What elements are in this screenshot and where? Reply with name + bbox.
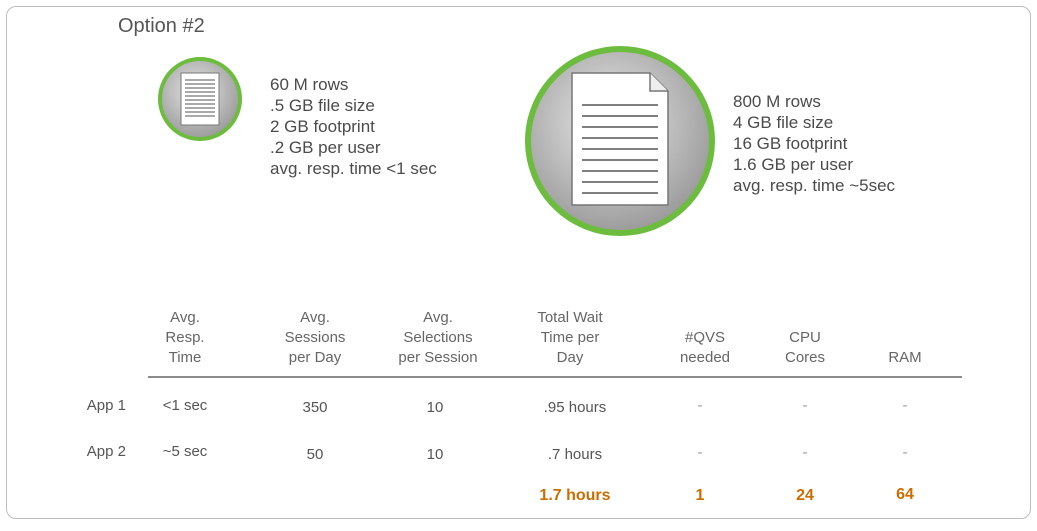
header-line: #QVS: [684, 329, 726, 346]
cell-sessions: 50: [306, 446, 324, 463]
total-cpu-cores: 24: [796, 487, 814, 504]
cell-resp-time: <1 sec: [162, 397, 208, 414]
total-ram: 64: [896, 486, 914, 503]
cell-selections: 10: [426, 446, 444, 463]
header-line: RAM: [888, 349, 922, 366]
small-file-stats: 60 M rows .5 GB file size 2 GB footprint…: [270, 74, 437, 179]
large-file-stats: 800 M rows 4 GB file size 16 GB footprin…: [733, 91, 895, 196]
total-wait-time: 1.7 hours: [539, 487, 611, 504]
header-divider: [148, 376, 962, 378]
header-line: Total Wait: [537, 309, 603, 326]
header-total-wait: Total Wait Time per Day: [520, 288, 620, 368]
small-file-per-user: .2 GB per user: [270, 138, 381, 157]
cell-selections: 10: [426, 399, 444, 416]
cell-ram: -: [902, 397, 908, 414]
header-line: per Session: [398, 349, 478, 366]
header-line: Day: [556, 349, 584, 366]
cell-ram: -: [902, 444, 908, 461]
header-ram: RAM: [870, 288, 940, 368]
large-file-per-user: 1.6 GB per user: [733, 155, 854, 174]
cell-sessions: 350: [302, 399, 328, 416]
header-avg-sessions: Avg. Sessions per Day: [270, 288, 360, 368]
total-qvs-needed: 1: [695, 487, 705, 504]
header-avg-selections: Avg. Selections per Session: [378, 288, 498, 368]
cell-total-wait: .95 hours: [543, 399, 607, 416]
small-file-footprint: 2 GB footprint: [270, 117, 375, 136]
option-title: Option #2: [118, 15, 205, 37]
small-file-resp-time: avg. resp. time <1 sec: [270, 159, 437, 178]
header-line: Cores: [784, 349, 825, 366]
cell-resp-time: ~5 sec: [162, 443, 208, 460]
header-line: per Day: [288, 349, 342, 366]
header-line: Time: [168, 349, 202, 366]
cell-qvs: -: [697, 397, 703, 414]
header-line: Time per: [540, 329, 600, 346]
header-line: Sessions: [284, 329, 346, 346]
row-label-app-1: App 1: [86, 397, 126, 414]
header-line: Avg.: [170, 309, 200, 326]
small-document-icon: [158, 57, 242, 141]
large-file-rows: 800 M rows: [733, 92, 821, 111]
header-line: Selections: [403, 329, 473, 346]
large-file-resp-time: avg. resp. time ~5sec: [733, 176, 896, 195]
large-file-size: 4 GB file size: [733, 113, 834, 132]
header-cpu-cores: CPU Cores: [770, 288, 840, 368]
header-line: CPU: [789, 329, 821, 346]
header-line: needed: [679, 349, 731, 366]
small-file-size: .5 GB file size: [270, 96, 375, 115]
cell-cpu: -: [802, 444, 808, 461]
cell-qvs: -: [697, 444, 703, 461]
large-document-icon: [525, 46, 715, 236]
header-qvs-needed: #QVS needed: [670, 288, 740, 368]
header-line: Resp.: [165, 329, 205, 346]
header-avg-resp-time: Avg. Resp. Time: [150, 288, 220, 368]
row-label-app-2: App 2: [86, 443, 126, 460]
cell-total-wait: .7 hours: [547, 446, 603, 463]
small-file-rows: 60 M rows: [270, 75, 349, 94]
cell-cpu: -: [802, 397, 808, 414]
header-line: Avg.: [423, 309, 453, 326]
header-line: Avg.: [300, 309, 330, 326]
large-file-footprint: 16 GB footprint: [733, 134, 848, 153]
